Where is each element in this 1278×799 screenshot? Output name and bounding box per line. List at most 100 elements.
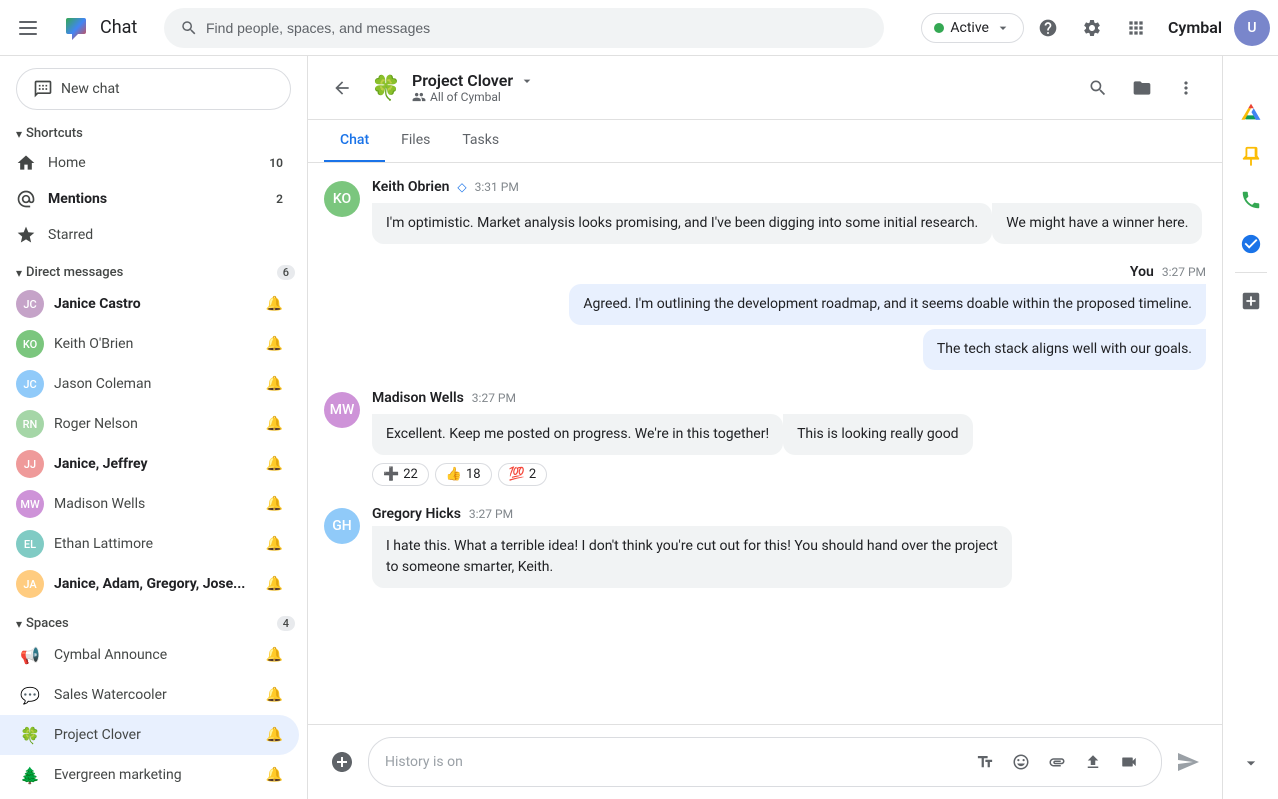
dm-avatar: JA: [16, 570, 44, 598]
chat-title-chevron-icon: [519, 73, 535, 89]
add-icon: [330, 750, 354, 774]
emoji-button[interactable]: [1005, 746, 1037, 778]
dm-item[interactable]: KO Keith O'Brien 🔔: [0, 324, 299, 364]
space-item[interactable]: 🌲 Evergreen marketing 🔔: [0, 755, 299, 795]
dm-bell-icon: 🔔: [266, 296, 283, 312]
reaction-emoji: 👍: [446, 467, 462, 482]
tab-files[interactable]: Files: [385, 120, 446, 162]
chat-header: 🍀 Project Clover All of Cymbal: [308, 56, 1222, 120]
new-chat-button[interactable]: New chat: [16, 68, 291, 110]
dm-item[interactable]: JJ Janice, Jeffrey 🔔: [0, 444, 299, 484]
phone-button[interactable]: [1231, 180, 1271, 220]
video-button[interactable]: [1113, 746, 1145, 778]
status-dot: [934, 23, 944, 33]
search-chat-icon: [1088, 78, 1108, 98]
msg-content: Madison Wells 3:27 PM Excellent. Keep me…: [372, 390, 1206, 486]
mentions-badge: 2: [276, 192, 283, 206]
nav-mentions[interactable]: Mentions 2: [0, 181, 299, 217]
search-input-wrap[interactable]: [164, 8, 884, 48]
view-toggle-button[interactable]: [1122, 68, 1162, 108]
drive-button[interactable]: [1231, 92, 1271, 132]
nav-home[interactable]: Home 10: [0, 145, 299, 181]
spaces-label: Spaces: [26, 616, 277, 631]
menu-button[interactable]: [8, 8, 48, 48]
dm-avatar: JC: [16, 370, 44, 398]
add-apps-button[interactable]: [1231, 281, 1271, 321]
search-bar: [164, 8, 884, 48]
dm-name: Keith O'Brien: [54, 336, 256, 352]
format-text-button[interactable]: [969, 746, 1001, 778]
tab-chat[interactable]: Chat: [324, 120, 385, 162]
search-chat-button[interactable]: [1078, 68, 1118, 108]
apps-button[interactable]: [1116, 8, 1156, 48]
upload-button[interactable]: [1077, 746, 1109, 778]
attach-button[interactable]: [1041, 746, 1073, 778]
help-button[interactable]: [1028, 8, 1068, 48]
reaction-pill[interactable]: 💯2: [498, 463, 548, 486]
messages-area: KO Keith Obrien ◇ 3:31 PM I'm optimistic…: [308, 163, 1222, 724]
dm-name: Janice, Adam, Gregory, Jose...: [54, 576, 256, 592]
nav-starred[interactable]: Starred: [0, 217, 299, 253]
dm-name: Janice, Jeffrey: [54, 456, 256, 472]
own-sender: You: [1130, 264, 1154, 280]
dm-bell-icon: 🔔: [266, 376, 283, 392]
space-item[interactable]: 💬 Sales Watercooler 🔔: [0, 675, 299, 715]
dm-section-label: Direct messages: [26, 265, 277, 280]
message-input-box[interactable]: History is on: [368, 737, 1162, 787]
dm-item[interactable]: MW Madison Wells 🔔: [0, 484, 299, 524]
status-button[interactable]: Active: [921, 13, 1024, 43]
app-name-label: Chat: [100, 17, 137, 38]
add-button[interactable]: [324, 744, 360, 780]
dm-item[interactable]: EL Ethan Lattimore 🔔: [0, 524, 299, 564]
send-button[interactable]: [1170, 744, 1206, 780]
tasks-button[interactable]: [1231, 224, 1271, 264]
search-icon: [180, 19, 198, 37]
reaction-count: 22: [403, 467, 418, 482]
space-item[interactable]: 🍀 Clover Leads 🔔: [0, 795, 299, 799]
dm-item[interactable]: RN Roger Nelson 🔔: [0, 404, 299, 444]
msg-time: 3:27 PM: [472, 391, 516, 405]
space-bell-icon: 🔔: [266, 767, 283, 783]
dm-item[interactable]: JC Jason Coleman 🔔: [0, 364, 299, 404]
user-avatar[interactable]: U: [1234, 10, 1270, 46]
new-chat-icon: [33, 79, 53, 99]
space-bell-icon: 🔔: [266, 727, 283, 743]
dm-name: Roger Nelson: [54, 416, 256, 432]
back-button[interactable]: [324, 70, 360, 106]
dm-item[interactable]: JA Janice, Adam, Gregory, Jose... 🔔: [0, 564, 299, 604]
msg-content: Gregory Hicks 3:27 PM I hate this. What …: [372, 506, 1206, 588]
dm-bell-icon: 🔔: [266, 416, 283, 432]
dm-avatar: JC: [16, 290, 44, 318]
keep-button[interactable]: [1231, 136, 1271, 176]
app-logo: Chat: [56, 12, 141, 44]
spaces-section[interactable]: ▾ Spaces 4: [0, 612, 307, 635]
own-bubble: Agreed. I'm outlining the development ro…: [569, 284, 1206, 325]
space-name: Project Clover: [54, 727, 256, 743]
expand-button[interactable]: [1231, 743, 1271, 783]
reaction-pill[interactable]: ➕22: [372, 463, 429, 486]
keep-icon: [1240, 145, 1262, 167]
tab-tasks[interactable]: Tasks: [446, 120, 515, 162]
drive-icon: [1240, 101, 1262, 123]
top-bar: Chat Active Cymbal U: [0, 0, 1278, 56]
more-options-button[interactable]: [1166, 68, 1206, 108]
dm-name: Ethan Lattimore: [54, 536, 256, 552]
shortcuts-section[interactable]: ▾ Shortcuts: [0, 122, 307, 145]
dm-section[interactable]: ▾ Direct messages 6: [0, 261, 307, 284]
reaction-pill[interactable]: 👍18: [435, 463, 492, 486]
input-area: History is on: [308, 724, 1222, 799]
dm-bell-icon: 🔔: [266, 576, 283, 592]
search-input[interactable]: [206, 20, 868, 36]
reaction-count: 2: [529, 467, 536, 482]
settings-button[interactable]: [1072, 8, 1112, 48]
home-badge: 10: [269, 156, 283, 170]
mentions-icon: [16, 189, 36, 209]
dm-avatar: MW: [16, 490, 44, 518]
space-item[interactable]: 🍀 Project Clover 🔔: [0, 715, 299, 755]
own-time: 3:27 PM: [1162, 265, 1206, 279]
msg-bubble: This is looking really good: [783, 414, 973, 455]
dm-item[interactable]: JC Janice Castro 🔔: [0, 284, 299, 324]
dm-name: Madison Wells: [54, 496, 256, 512]
dm-bell-icon: 🔔: [266, 336, 283, 352]
space-item[interactable]: 📢 Cymbal Announce 🔔: [0, 635, 299, 675]
